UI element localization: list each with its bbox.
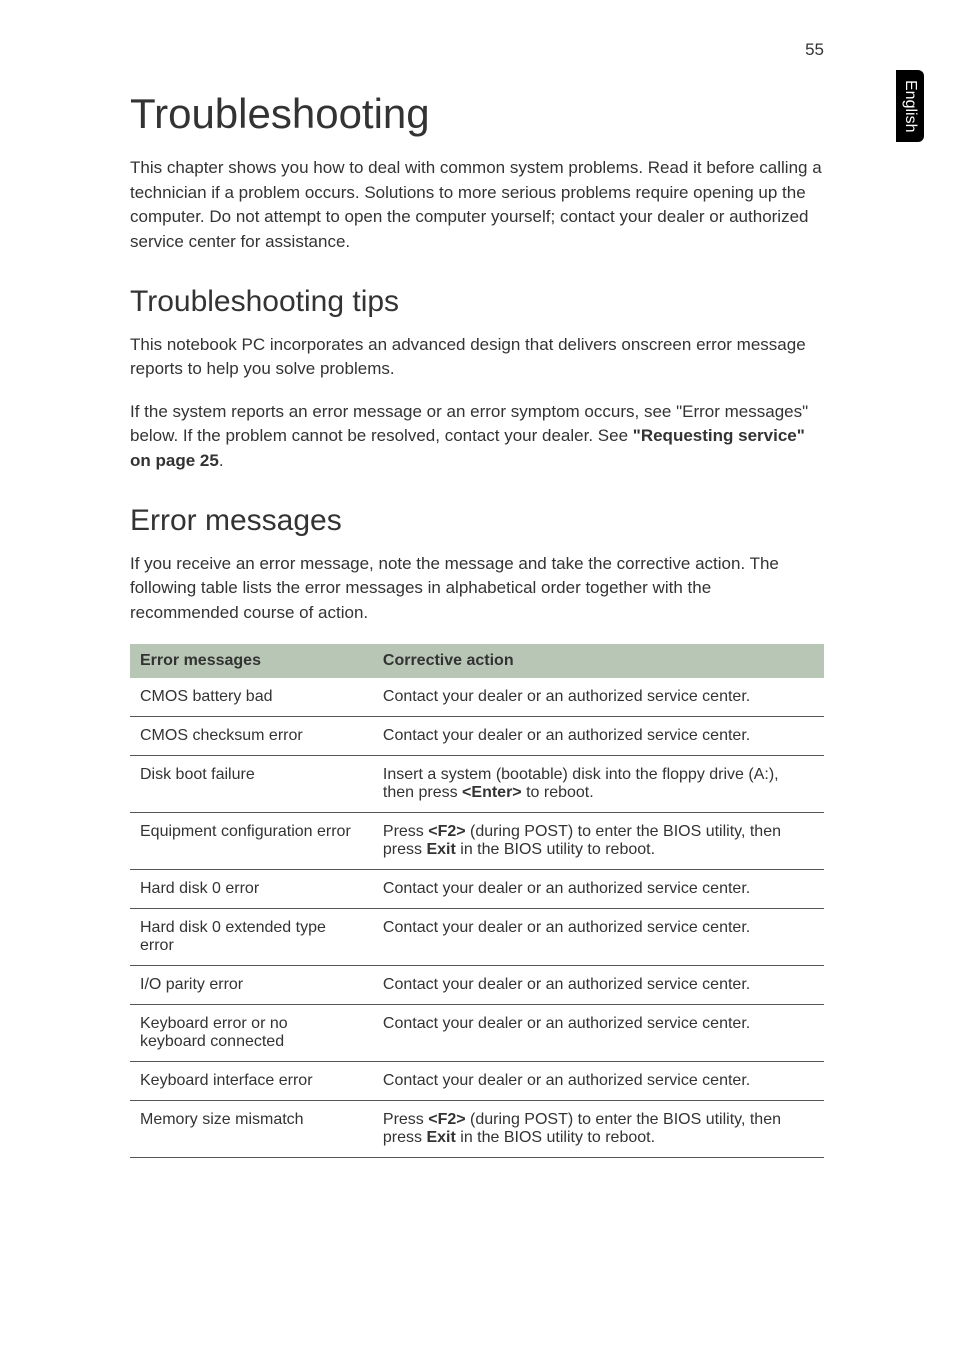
table-header-messages: Error messages (130, 644, 373, 678)
corrective-action-cell: Press <F2> (during POST) to enter the BI… (373, 812, 824, 869)
action-text: Contact your dealer or an authorized ser… (383, 976, 750, 993)
action-text: Contact your dealer or an authorized ser… (383, 727, 750, 744)
error-message-cell: Equipment configuration error (130, 812, 373, 869)
page-title: Troubleshooting (130, 90, 824, 138)
tips-p2-text-c: . (219, 451, 224, 470)
corrective-action-cell: Contact your dealer or an authorized ser… (373, 678, 824, 717)
errors-intro: If you receive an error message, note th… (130, 552, 824, 626)
table-row: I/O parity error Contact your dealer or a… (130, 965, 824, 1004)
error-message-cell: Keyboard error or no keyboard connected (130, 1004, 373, 1061)
table-row: Keyboard error or no keyboard connected C… (130, 1004, 824, 1061)
corrective-action-cell: Contact your dealer or an authorized ser… (373, 965, 824, 1004)
error-message-cell: Disk boot failure (130, 755, 373, 812)
error-messages-table: Error messages Corrective action CMOS ba… (130, 644, 824, 1158)
error-message-cell: Hard disk 0 error (130, 869, 373, 908)
action-text: Contact your dealer or an authorized ser… (383, 919, 750, 936)
corrective-action-cell: Contact your dealer or an authorized ser… (373, 908, 824, 965)
error-message-cell: CMOS checksum error (130, 716, 373, 755)
table-row: Equipment configuration errorPress <F2> … (130, 812, 824, 869)
error-message-cell: Keyboard interface error (130, 1061, 373, 1100)
table-header-action: Corrective action (373, 644, 824, 678)
corrective-action-cell: Press <F2> (during POST) to enter the BI… (373, 1100, 824, 1157)
error-message-cell: Hard disk 0 extended type error (130, 908, 373, 965)
action-text: in the BIOS utility to reboot. (456, 841, 655, 858)
action-text: Contact your dealer or an authorized ser… (383, 1072, 750, 1089)
table-row: Hard disk 0 error Contact your dealer or … (130, 869, 824, 908)
page-number: 55 (805, 40, 824, 60)
table-row: CMOS checksum error Contact your dealer o… (130, 716, 824, 755)
action-text: <Enter> (462, 784, 522, 801)
tips-paragraph-2: If the system reports an error message o… (130, 400, 824, 474)
action-text: in the BIOS utility to reboot. (456, 1129, 655, 1146)
action-text: Contact your dealer or an authorized ser… (383, 1015, 750, 1032)
corrective-action-cell: Contact your dealer or an authorized ser… (373, 1004, 824, 1061)
table-header-row: Error messages Corrective action (130, 644, 824, 678)
action-text: <F2> (428, 1111, 465, 1128)
action-text: Contact your dealer or an authorized ser… (383, 688, 750, 705)
action-text: Press (383, 1111, 428, 1128)
action-text: Exit (426, 841, 455, 858)
table-row: Hard disk 0 extended type error Contact y… (130, 908, 824, 965)
language-tab: English (896, 70, 924, 142)
corrective-action-cell: Contact your dealer or an authorized ser… (373, 869, 824, 908)
corrective-action-cell: Insert a system (bootable) disk into the… (373, 755, 824, 812)
error-message-cell: I/O parity error (130, 965, 373, 1004)
intro-paragraph: This chapter shows you how to deal with … (130, 156, 824, 255)
tips-heading: Troubleshooting tips (130, 285, 824, 319)
action-text: to reboot. (522, 784, 594, 801)
action-text: <F2> (428, 823, 465, 840)
tips-paragraph-1: This notebook PC incorporates an advance… (130, 333, 824, 382)
action-text: Exit (426, 1129, 455, 1146)
error-message-cell: Memory size mismatch (130, 1100, 373, 1157)
table-row: Disk boot failureInsert a system (bootab… (130, 755, 824, 812)
errors-heading: Error messages (130, 504, 824, 538)
corrective-action-cell: Contact your dealer or an authorized ser… (373, 1061, 824, 1100)
corrective-action-cell: Contact your dealer or an authorized ser… (373, 716, 824, 755)
table-row: CMOS battery bad Contact your dealer or a… (130, 678, 824, 717)
table-row: Keyboard interface error Contact your dea… (130, 1061, 824, 1100)
action-text: Contact your dealer or an authorized ser… (383, 880, 750, 897)
table-row: Memory size mismatchPress <F2> (during P… (130, 1100, 824, 1157)
error-message-cell: CMOS battery bad (130, 678, 373, 717)
action-text: Press (383, 823, 428, 840)
